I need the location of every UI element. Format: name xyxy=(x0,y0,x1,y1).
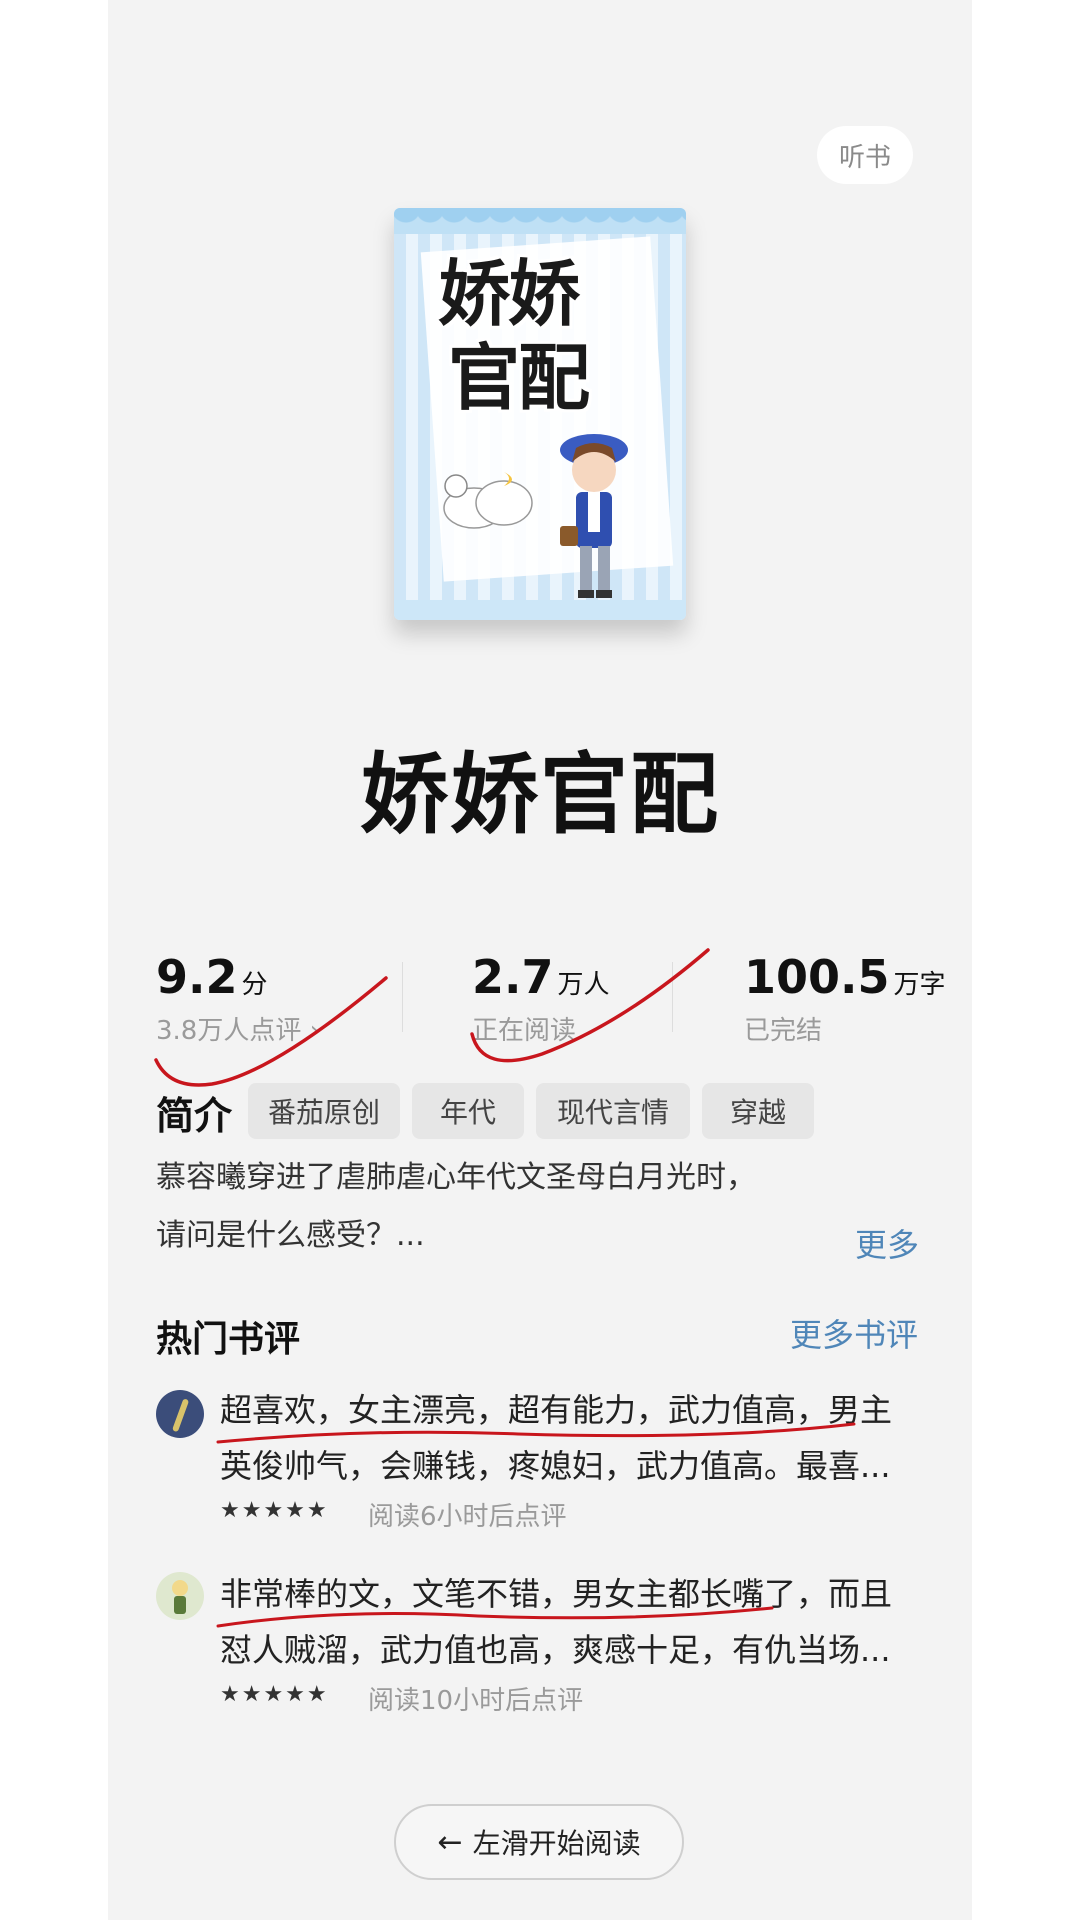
character-illustration xyxy=(560,434,628,598)
score-reviews-link[interactable]: 3.8万人点评 › xyxy=(156,1010,320,1047)
avatar-image xyxy=(172,1399,189,1432)
intro-label: 简介 xyxy=(156,1094,233,1138)
completion-status: 已完结 xyxy=(744,1016,823,1046)
readers-unit: 万人 xyxy=(557,970,610,1000)
avatar-image xyxy=(172,1580,188,1614)
score-value: 9.2 xyxy=(156,950,238,1004)
score-stat[interactable]: 9.2 分 3.8万人点评 › xyxy=(156,950,320,1047)
cover-title-line2: 官配 xyxy=(448,336,590,420)
readers-stat: 2.7 万人 正在阅读 xyxy=(472,950,610,1047)
tag-chip[interactable]: 番茄原创 xyxy=(248,1083,400,1139)
words-unit: 万字 xyxy=(893,970,946,1000)
words-value: 100.5 xyxy=(744,950,890,1004)
intro-more-link[interactable]: 更多 xyxy=(855,1220,919,1266)
review-text-line1[interactable]: 非常棒的文，文笔不错，男女主都长嘴了，而且 xyxy=(220,1572,972,1616)
intro-text-line2: 请问是什么感受？... xyxy=(156,1218,425,1253)
score-unit: 分 xyxy=(241,970,268,1000)
avatar[interactable] xyxy=(156,1572,204,1620)
rating-stars: ★★★★★ xyxy=(220,1682,329,1707)
review-text-line2[interactable]: 怼人贼溜，武力值也高，爽感十足，有仇当场... xyxy=(220,1628,972,1672)
review-meta: 阅读10小时后点评 xyxy=(368,1686,584,1716)
rating-stars: ★★★★★ xyxy=(220,1498,329,1523)
intro-text-line1: 慕容曦穿进了虐肺虐心年代文圣母白月光时， xyxy=(156,1160,756,1195)
arrow-left-icon: ← xyxy=(437,1824,463,1860)
cover-title-line1: 娇娇 xyxy=(438,252,580,336)
start-reading-label: 左滑开始阅读 xyxy=(472,1827,641,1860)
start-reading-button[interactable]: ← 左滑开始阅读 xyxy=(394,1804,684,1880)
more-reviews-link[interactable]: 更多书评 xyxy=(790,1310,918,1356)
tag-chip[interactable]: 现代言情 xyxy=(536,1083,690,1139)
book-title: 娇娇官配 xyxy=(359,743,720,846)
cover-title: 娇娇 官配 xyxy=(438,252,658,420)
review-text-line1[interactable]: 超喜欢，女主漂亮，超有能力，武力值高，男主 xyxy=(220,1388,972,1432)
stat-divider xyxy=(672,962,673,1032)
tag-chip[interactable]: 穿越 xyxy=(702,1083,814,1139)
stat-divider xyxy=(402,962,403,1032)
tag-chip[interactable]: 年代 xyxy=(412,1083,524,1139)
words-stat: 100.5 万字 已完结 xyxy=(744,950,946,1047)
cloud-illustration xyxy=(443,472,533,529)
hot-reviews-title: 热门书评 xyxy=(156,1319,301,1360)
readers-sub: 正在阅读 xyxy=(472,1016,577,1046)
readers-value: 2.7 xyxy=(472,950,554,1004)
book-detail-page: 听书 娇娇 官配 娇娇官配 9.2 分 3.8万人点评 › 2.7 万人 正在阅… xyxy=(108,0,972,1920)
listen-button[interactable]: 听书 xyxy=(817,126,913,184)
book-cover[interactable]: 娇娇 官配 xyxy=(394,208,686,620)
review-meta: 阅读6小时后点评 xyxy=(368,1502,567,1532)
review-text-line2[interactable]: 英俊帅气，会赚钱，疼媳妇，武力值高。最喜... xyxy=(220,1444,972,1488)
avatar[interactable] xyxy=(156,1390,204,1438)
